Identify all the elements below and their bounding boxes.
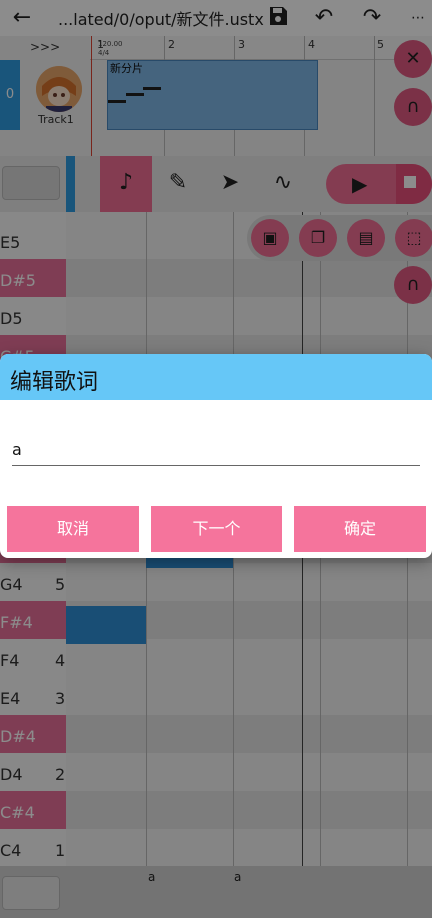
dialog-title: 编辑歌词 bbox=[10, 370, 99, 395]
confirm-button[interactable]: 确定 bbox=[294, 506, 426, 552]
lyric-input[interactable] bbox=[12, 438, 420, 466]
cancel-button[interactable]: 取消 bbox=[7, 506, 139, 552]
next-button[interactable]: 下一个 bbox=[151, 506, 282, 552]
edit-lyrics-dialog: 编辑歌词 取消 下一个 确定 bbox=[0, 354, 432, 558]
